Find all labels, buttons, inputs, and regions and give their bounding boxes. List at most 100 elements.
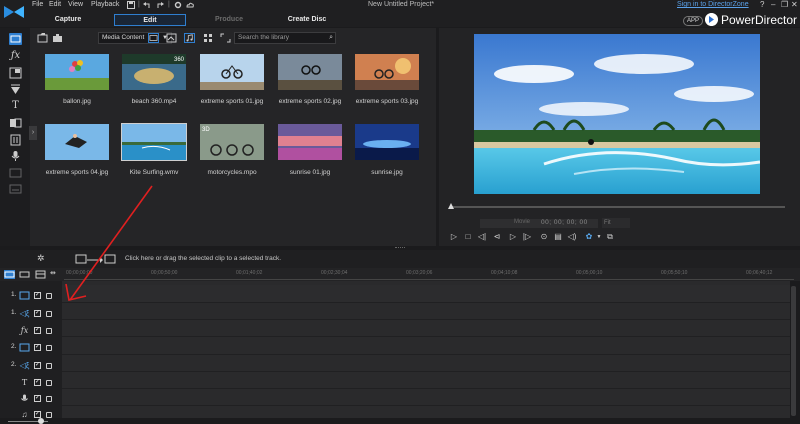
thumbnail-kite-surfing[interactable] [121,123,187,161]
thumbnail-motorcycles[interactable]: 3D [200,124,264,160]
subtitles-icon[interactable]: ▤ [553,232,563,242]
audio-track-2-row[interactable] [62,355,790,372]
track-lock-icon[interactable] [46,345,52,351]
app-badge[interactable]: APP [683,16,704,26]
preview-zoom-select[interactable]: Fit [602,218,630,228]
track-enable-checkbox[interactable]: ✓ [34,379,41,386]
play-icon[interactable]: ▷ [449,232,459,242]
tab-capture[interactable]: Capture [40,14,96,26]
track-lock-icon[interactable] [46,380,52,386]
append-clip-icon[interactable] [104,254,116,264]
previous-frame-icon[interactable]: ◁| [477,232,487,242]
previous-marker-icon[interactable]: ⊲ [492,232,502,242]
title-room-icon[interactable]: T [9,100,22,112]
preview-scrub-bar[interactable] [451,206,785,208]
redo-icon[interactable] [156,1,164,9]
library-search-input[interactable]: Search the library ⌕ [234,32,336,44]
menu-file[interactable]: File [32,1,43,8]
track-enable-checkbox[interactable]: ✓ [34,411,41,418]
track-lock-icon[interactable] [46,293,52,299]
audio-filter-icon[interactable] [184,33,195,43]
track-lock-icon[interactable] [46,311,52,317]
splitter-grip[interactable] [395,247,405,249]
3d-toggle-icon[interactable]: ✿ [584,232,594,242]
playhead-marker-icon[interactable] [448,203,454,209]
track-enable-checkbox[interactable]: ✓ [34,362,41,369]
track-enable-checkbox[interactable]: ✓ [34,344,41,351]
fx-track-row[interactable] [62,320,790,337]
track-lock-icon[interactable] [46,363,52,369]
track-enable-checkbox[interactable]: ✓ [34,292,41,299]
pip-room-icon[interactable] [9,67,22,79]
expand-view-icon[interactable] [220,33,231,43]
help-button[interactable]: ? [760,0,764,9]
undock-preview-icon[interactable]: ⧉ [605,232,615,242]
preferences-gear-icon[interactable] [174,1,182,9]
transition-room-icon[interactable] [9,117,22,129]
timeline-hint-text[interactable]: Click here or drag the selected clip to … [125,255,281,262]
next-marker-icon[interactable]: |▷ [522,232,532,242]
volume-icon[interactable]: ◁) [567,232,577,242]
directorzone-sign-in-link[interactable]: Sign in to DirectorZone [677,1,749,8]
thumbnail-sunrise[interactable] [355,124,419,160]
thumbnail-sunrise-01[interactable] [278,124,342,160]
save-icon[interactable] [127,1,135,9]
menu-edit[interactable]: Edit [49,1,61,8]
track-manager-icon[interactable] [35,270,46,279]
thumbnail-extreme-sports-04[interactable] [45,124,109,160]
thumbnail-extreme-sports-02[interactable] [278,54,342,90]
timeline-vertical-scrollbar[interactable] [791,286,796,416]
magic-tools-wand-icon[interactable]: ✲ [37,253,45,264]
track-enable-checkbox[interactable]: ✓ [34,395,41,402]
video-track-1-row[interactable] [62,285,790,303]
audio-track-1-row[interactable] [62,303,790,320]
collapse-panel-chevron-icon[interactable]: › [29,126,37,140]
stop-icon[interactable]: □ [463,232,473,242]
timeline-zoom-knob[interactable] [38,418,44,424]
voice-over-room-icon[interactable] [9,150,22,162]
storyboard-view-icon[interactable] [19,270,30,279]
next-frame-icon[interactable]: ▷ [508,232,518,242]
undo-icon[interactable] [143,1,151,9]
cloud-icon[interactable] [186,1,194,9]
title-track-row[interactable] [62,372,790,389]
timeline-track-area[interactable] [62,281,790,424]
video-filter-icon[interactable] [148,33,159,43]
video-track-2-row[interactable] [62,337,790,355]
tab-produce[interactable]: Produce [200,14,258,26]
close-button[interactable]: ✕ [791,0,798,9]
menu-view[interactable]: View [68,1,83,8]
thumbnail-extreme-sports-03[interactable] [355,54,419,90]
media-content-select[interactable]: Media Content ▼ [98,32,172,44]
snapshot-camera-icon[interactable]: ⊙ [539,232,549,242]
image-filter-icon[interactable] [166,33,177,43]
thumbnail-beach-360[interactable]: 360 [122,54,186,90]
preview-mode-label[interactable]: Movie [514,219,530,225]
fx-room-icon[interactable]: ƒx [9,50,22,62]
particle-room-icon[interactable] [9,84,22,96]
voice-track-row[interactable] [62,389,790,406]
plugins-puzzle-icon[interactable] [52,33,63,43]
import-media-icon[interactable] [37,33,48,43]
thumbnail-extreme-sports-01[interactable] [200,54,264,90]
timeline-ruler[interactable]: ⇹ 00;00;00;00 00;00;50;00 00;01;40;02 00… [0,268,800,281]
chapter-room-icon[interactable] [9,167,22,179]
timeline-view-icon[interactable] [4,270,15,279]
audio-mixing-room-icon[interactable] [9,134,22,146]
track-enable-checkbox[interactable]: ✓ [34,310,41,317]
restore-button[interactable]: ❐ [781,0,788,9]
subtitle-room-icon[interactable] [9,183,22,195]
track-enable-checkbox[interactable]: ✓ [34,327,41,334]
track-lock-icon[interactable] [46,328,52,334]
track-lock-icon[interactable] [46,396,52,402]
thumbnail-ballon[interactable] [45,54,109,90]
tab-edit[interactable]: Edit [114,14,186,26]
library-menu-icon[interactable] [203,33,214,43]
search-icon[interactable]: ⌕ [329,33,333,43]
fit-timeline-icon[interactable]: ⇹ [50,269,56,277]
3d-options-chevron-icon[interactable]: ▼ [594,232,604,242]
tab-create-disc[interactable]: Create Disc [272,14,342,26]
media-room-icon[interactable] [9,33,22,45]
menu-playback[interactable]: Playback [91,1,119,8]
minimize-button[interactable]: – [771,0,775,9]
